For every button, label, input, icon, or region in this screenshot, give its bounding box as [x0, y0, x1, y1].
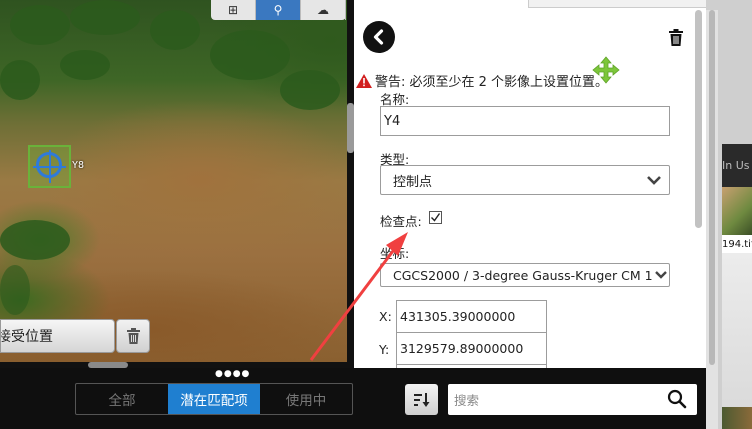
coordinate-system-label: 坐标:	[380, 246, 410, 261]
name-field[interactable]: Y4	[380, 106, 670, 136]
splitter-grip[interactable]	[347, 103, 354, 153]
remove-position-button[interactable]	[116, 319, 150, 353]
accept-position-label: 接受位置	[0, 329, 53, 345]
checkpoint-checkbox[interactable]	[429, 211, 442, 224]
image-list-strip: In Us 194.tif	[706, 0, 752, 429]
tree-canopy	[0, 265, 30, 315]
tree-canopy	[0, 220, 70, 260]
tie-point-marker[interactable]	[28, 145, 71, 188]
x-coordinate-value: 431305.39000000	[400, 309, 516, 324]
search-box	[448, 384, 697, 415]
pin-icon[interactable]: ⚲	[256, 0, 301, 20]
checkpoint-label: 检查点:	[380, 214, 422, 229]
map-toolbar: ⊞ ⚲ ☁	[211, 0, 346, 20]
more-dots-handle[interactable]: ●●●●	[215, 369, 250, 379]
filter-tab-potential-matches[interactable]: 潜在匹配项	[168, 384, 260, 414]
panel-tab-strip	[528, 0, 706, 8]
tree-canopy	[60, 50, 110, 80]
tree-canopy	[10, 5, 70, 45]
in-use-header: In Us	[722, 144, 752, 187]
type-select[interactable]: 控制点	[380, 165, 670, 195]
image-list-scroll-thumb[interactable]	[709, 10, 715, 365]
tree-canopy	[0, 60, 40, 100]
delete-point-button[interactable]	[667, 27, 685, 47]
back-arrow-icon	[373, 29, 384, 45]
vertical-splitter[interactable]	[347, 0, 354, 362]
in-use-text: In Us	[722, 159, 750, 172]
x-coordinate-field[interactable]: 431305.39000000	[396, 300, 547, 333]
chevron-down-icon	[655, 271, 667, 279]
chevron-down-icon	[647, 175, 661, 185]
accept-position-button[interactable]: 接受位置	[0, 319, 115, 353]
tree-canopy	[150, 10, 200, 50]
panel-scrollbar[interactable]	[695, 10, 702, 228]
warning-message: 警告: 必须至少在 2 个影像上设置位置。	[356, 71, 608, 90]
search-icon[interactable]	[667, 389, 687, 409]
y-coordinate-value: 3129579.89000000	[400, 341, 524, 356]
tree-canopy	[210, 30, 290, 80]
point-editor-panel: 警告: 必须至少在 2 个影像上设置位置。 名称: Y4 类型: 控制点 检查点…	[354, 0, 706, 368]
sort-icon	[413, 392, 429, 407]
trash-icon	[126, 328, 140, 344]
sort-button[interactable]	[405, 384, 438, 415]
image-map-view[interactable]: ⊞ ⚲ ☁ Y8 接受位置	[0, 0, 347, 362]
warning-icon	[356, 73, 372, 88]
back-button[interactable]	[363, 21, 395, 53]
y-label: Y:	[379, 342, 390, 357]
y-coordinate-field[interactable]: 3129579.89000000	[396, 332, 547, 365]
crosshair-line-vertical	[49, 150, 51, 183]
type-value: 控制点	[393, 174, 433, 190]
filter-segmented-control: 全部 潜在匹配项 使用中	[75, 383, 353, 415]
move-icon[interactable]	[592, 56, 620, 84]
image-thumbnail[interactable]	[722, 407, 752, 429]
warning-text: 警告: 必须至少在 2 个影像上设置位置。	[375, 75, 609, 90]
image-file-name-text: 194.tif	[722, 238, 752, 250]
checkmark-icon	[431, 213, 441, 222]
image-thumbnail-empty	[722, 253, 752, 429]
tree-canopy	[70, 0, 140, 35]
search-input[interactable]	[452, 390, 656, 410]
coordinate-system-value: CGCS2000 / 3-degree Gauss-Kruger CM 117E	[393, 267, 653, 283]
marker-label: Y8	[72, 160, 85, 171]
coordinate-system-select[interactable]: CGCS2000 / 3-degree Gauss-Kruger CM 117E	[380, 263, 670, 287]
cloud-icon[interactable]: ☁	[301, 0, 346, 20]
add-icon[interactable]: ⊞	[211, 0, 256, 20]
name-value: Y4	[384, 113, 401, 129]
trash-icon	[669, 28, 683, 46]
filter-tab-in-use[interactable]: 使用中	[260, 384, 352, 414]
image-file-name: 194.tif	[722, 235, 752, 253]
tree-canopy	[280, 70, 340, 110]
filter-tab-all[interactable]: 全部	[76, 384, 168, 414]
image-thumbnail[interactable]	[722, 187, 752, 235]
x-label: X:	[379, 309, 392, 324]
